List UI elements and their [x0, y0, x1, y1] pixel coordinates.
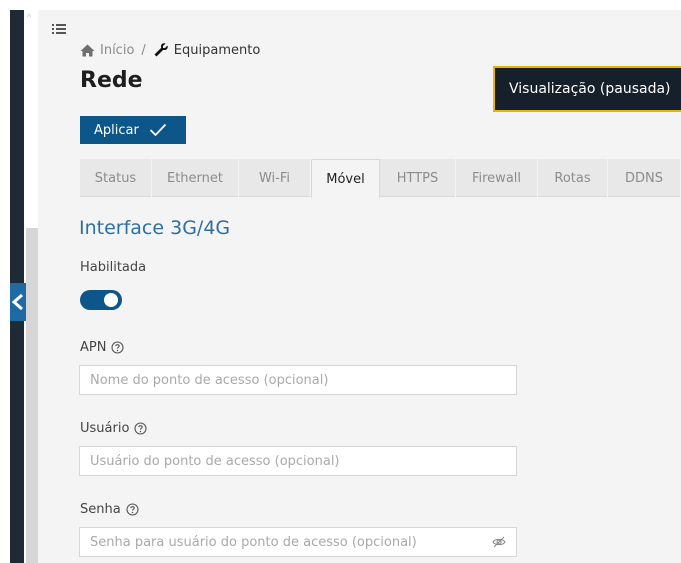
help-circle-icon[interactable] — [134, 422, 147, 435]
check-icon — [149, 123, 166, 137]
apn-label-text: APN — [80, 340, 107, 355]
chevron-left-icon — [12, 294, 23, 310]
scrollbar[interactable] — [26, 228, 38, 563]
enabled-label: Habilitada — [80, 260, 146, 275]
tab-routes[interactable]: Rotas — [538, 159, 608, 197]
user-label-text: Usuário — [80, 421, 130, 436]
tab-ethernet[interactable]: Ethernet — [152, 159, 239, 197]
help-circle-icon[interactable] — [111, 341, 125, 354]
wrench-icon — [154, 43, 168, 57]
tab-status[interactable]: Status — [80, 159, 152, 197]
password-label: Senha — [80, 502, 139, 517]
help-circle-icon[interactable] — [126, 503, 139, 516]
breadcrumb-current: Equipamento — [173, 42, 261, 58]
home-icon — [80, 44, 95, 56]
tab-wifi[interactable]: Wi-Fi — [239, 159, 311, 197]
scroll-up-arrow[interactable]: ^ — [27, 12, 31, 22]
preview-status-banner: Visualização (pausada) — [493, 66, 681, 112]
apply-button-label: Aplicar — [94, 122, 139, 138]
section-title: Interface 3G/4G — [79, 217, 231, 239]
breadcrumb-home-link[interactable]: Início — [100, 43, 134, 58]
tab-bar: Status Ethernet Wi-Fi Móvel HTTPS Firewa… — [80, 159, 681, 198]
breadcrumb: Início / Equipamento — [80, 42, 260, 58]
enabled-toggle[interactable] — [80, 290, 122, 310]
password-input[interactable] — [79, 527, 517, 557]
toggle-knob — [104, 293, 118, 307]
tab-https[interactable]: HTTPS — [380, 159, 456, 197]
tab-mobile[interactable]: Móvel — [311, 159, 380, 198]
password-label-text: Senha — [80, 502, 121, 517]
tab-ddns[interactable]: DDNS — [608, 159, 681, 197]
apn-label: APN — [80, 340, 125, 355]
user-input[interactable] — [79, 446, 517, 476]
user-label: Usuário — [80, 421, 147, 436]
preview-status-label: Visualização (pausada) — [509, 81, 671, 97]
apply-button[interactable]: Aplicar — [80, 116, 186, 144]
eye-off-icon[interactable] — [492, 535, 506, 549]
tab-firewall[interactable]: Firewall — [456, 159, 538, 197]
page-title: Rede — [80, 68, 143, 93]
menu-icon[interactable] — [52, 22, 66, 36]
apn-input[interactable] — [79, 365, 517, 395]
enabled-label-text: Habilitada — [80, 260, 147, 275]
breadcrumb-separator: / — [141, 42, 146, 58]
